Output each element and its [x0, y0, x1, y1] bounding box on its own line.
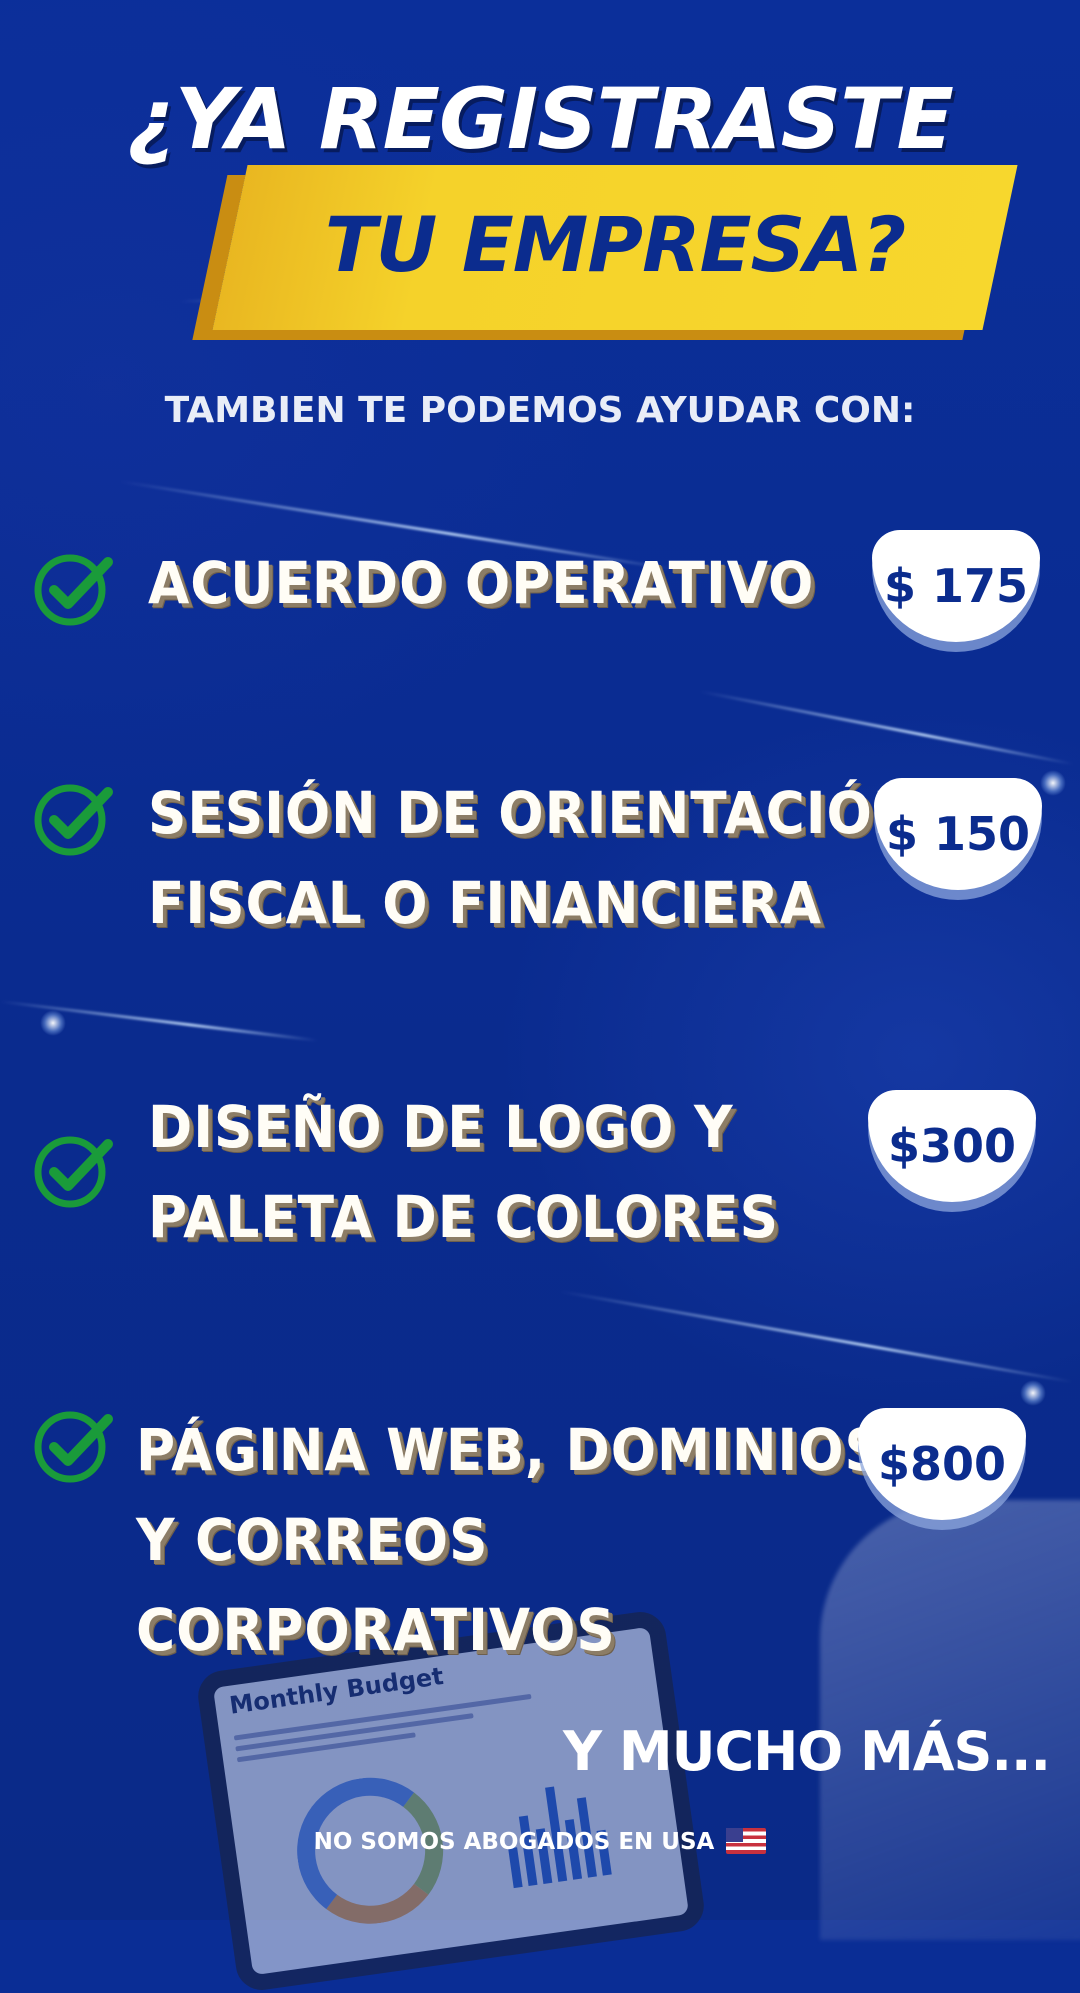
subtitle: TAMBIEN TE PODEMOS AYUDAR CON:	[164, 390, 916, 431]
check-icon	[34, 1136, 113, 1208]
lens-flare	[1040, 770, 1066, 796]
headline-line-2: TU EMPRESA?	[324, 200, 906, 289]
service-label-line: Y CORREOS	[136, 1506, 489, 1574]
service-label: DISEÑO DE LOGO Y PALETA DE COLORES	[148, 1082, 779, 1262]
service-label: SESIÓN DE ORIENTACIÓN FISCAL O FINANCIER…	[148, 768, 918, 948]
lens-flare	[40, 1010, 66, 1036]
more-services-text: Y MUCHO MÁS...	[563, 1720, 1051, 1783]
service-label-line: SESIÓN DE ORIENTACIÓN	[148, 779, 919, 847]
check-icon	[34, 554, 113, 626]
lens-flare	[1020, 1380, 1046, 1406]
service-label-line: DISEÑO DE LOGO Y	[148, 1093, 734, 1161]
service-label: ACUERDO OPERATIVO	[148, 538, 814, 628]
check-icon	[34, 1411, 113, 1483]
service-label-line: PÁGINA WEB, DOMINIOS	[136, 1416, 884, 1484]
service-label: PÁGINA WEB, DOMINIOS Y CORREOS CORPORATI…	[136, 1405, 884, 1675]
service-label-line: PALETA DE COLORES	[148, 1183, 780, 1251]
service-label-line: CORPORATIVOS	[136, 1596, 616, 1664]
disclaimer-text: NO SOMOS ABOGADOS EN USA	[313, 1829, 715, 1855]
service-label-line: FISCAL O FINANCIERA	[148, 869, 822, 937]
check-icon	[34, 784, 113, 856]
disclaimer: NO SOMOS ABOGADOS EN USA	[0, 1828, 1080, 1855]
us-flag-icon	[726, 1828, 767, 1854]
headline-line-1: ¿YA REGISTRASTE	[127, 70, 954, 168]
service-label-line: ACUERDO OPERATIVO	[148, 549, 815, 617]
